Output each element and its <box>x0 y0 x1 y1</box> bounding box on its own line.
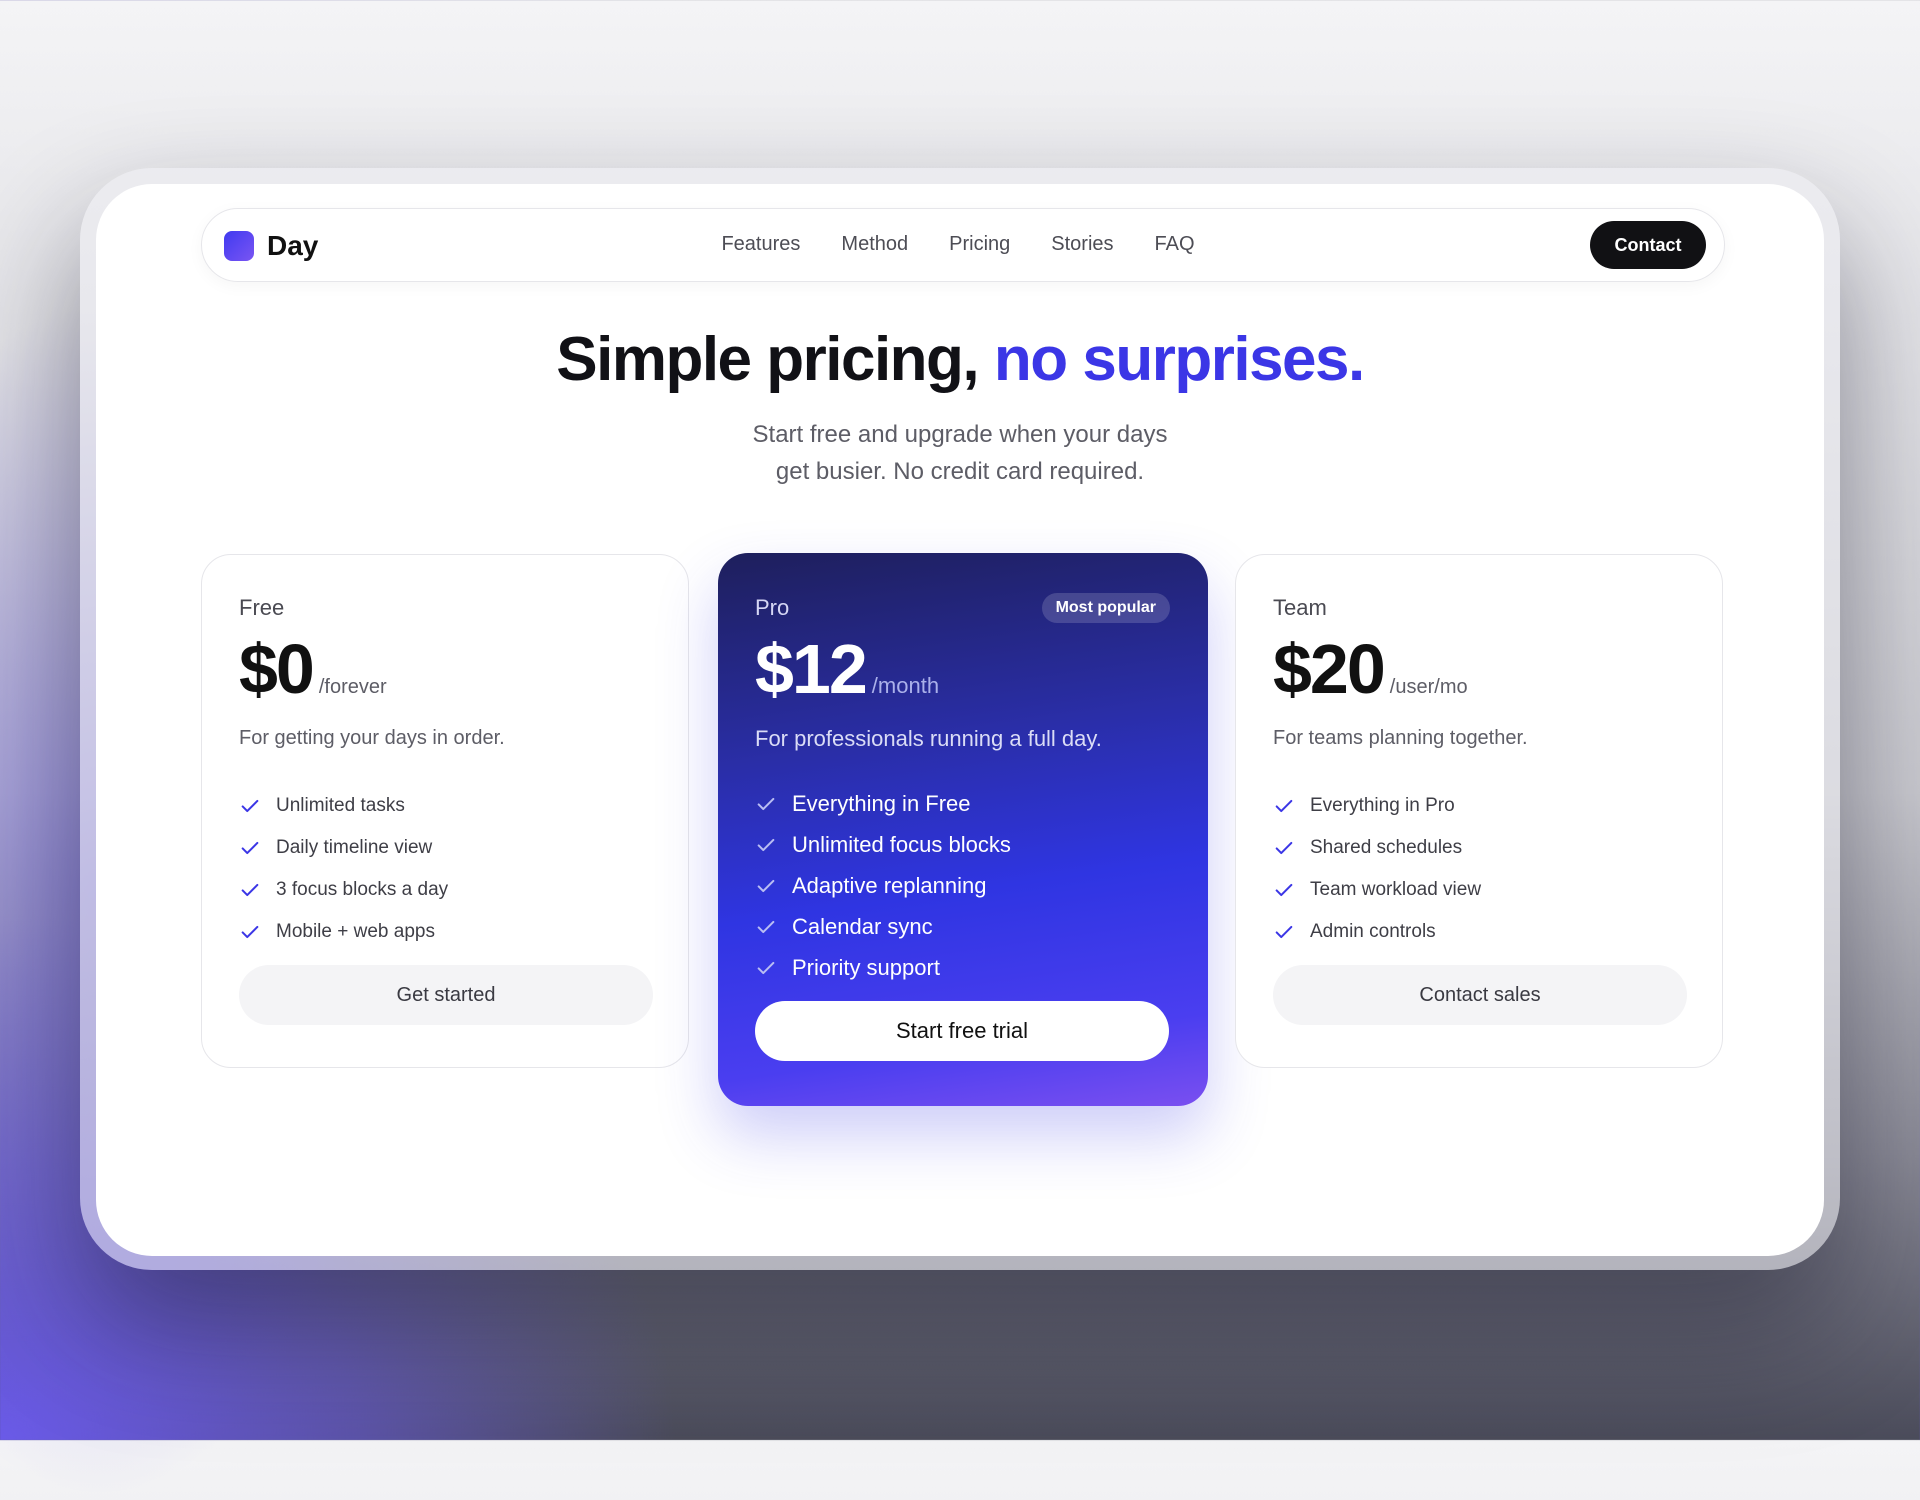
check-icon <box>241 799 259 813</box>
most-popular-badge: Most popular <box>1041 593 1170 623</box>
title-accent: no surprises. <box>993 325 1365 394</box>
feature-label: Admin controls <box>1310 921 1436 942</box>
plan-price: $12 <box>755 630 868 708</box>
check-icon <box>1275 841 1293 855</box>
nav-link-pricing[interactable]: Pricing <box>949 233 1010 256</box>
plan-name: Free <box>239 595 285 620</box>
check-icon <box>241 883 259 897</box>
plan-description: For getting your days in order. <box>239 727 505 749</box>
feature-label: Everything in Pro <box>1310 795 1455 816</box>
feature-label: 3 focus blocks a day <box>276 879 449 900</box>
title-main: Simple pricing, <box>556 325 979 394</box>
feature-item: Unlimited focus blocks <box>755 824 1011 865</box>
feature-label: Team workload view <box>1310 879 1482 900</box>
nav-link-stories[interactable]: Stories <box>1051 233 1113 256</box>
check-icon <box>757 797 775 810</box>
nav-links: Features Method Pricing Stories FAQ <box>192 233 1724 256</box>
plan-name: Team <box>1273 595 1327 620</box>
plan-period: /month <box>871 673 940 698</box>
plan-period: /forever <box>318 676 387 698</box>
plan-card-free: Free $0 /forever For getting your days i… <box>201 554 689 1068</box>
start-free-trial-button[interactable]: Start free trial <box>755 1001 1169 1061</box>
feature-label: Unlimited tasks <box>276 795 405 816</box>
feature-list: Everything in Free Unlimited focus block… <box>755 783 1011 988</box>
feature-label: Shared schedules <box>1310 837 1463 858</box>
check-icon <box>241 925 259 939</box>
price-row: $20 /user/mo <box>1273 629 1468 709</box>
plan-price: $0 <box>239 630 315 708</box>
plan-card-team: Team $20 /user/mo For teams planning tog… <box>1235 554 1723 1068</box>
feature-item: 3 focus blocks a day <box>239 869 448 911</box>
nav-link-features[interactable]: Features <box>721 233 800 256</box>
nav-link-faq[interactable]: FAQ <box>1155 233 1195 256</box>
check-icon <box>757 961 775 974</box>
page-subtitle: Start free and upgrade when your days ge… <box>96 416 1824 490</box>
contact-button[interactable]: Contact <box>1590 221 1706 269</box>
check-icon <box>757 838 775 851</box>
check-icon <box>1275 883 1293 897</box>
feature-item: Unlimited tasks <box>239 785 448 827</box>
feature-item: Mobile + web apps <box>239 911 448 953</box>
browser-window: Day Features Method Pricing Stories FAQ … <box>96 184 1824 1256</box>
plan-price: $20 <box>1273 630 1386 708</box>
feature-list: Everything in Pro Shared schedules Team … <box>1273 785 1481 953</box>
check-icon <box>241 841 259 855</box>
feature-item: Adaptive replanning <box>755 865 1011 906</box>
check-icon <box>1275 799 1293 813</box>
check-icon <box>1275 925 1293 939</box>
feature-item: Everything in Free <box>755 783 1011 824</box>
feature-list: Unlimited tasks Daily timeline view 3 fo… <box>239 785 448 953</box>
page-title: Simple pricing, no surprises. <box>96 324 1824 395</box>
feature-item: Calendar sync <box>755 906 1011 947</box>
feature-item: Priority support <box>755 947 1011 988</box>
plan-period: /user/mo <box>1389 676 1468 698</box>
feature-label: Mobile + web apps <box>276 921 435 942</box>
nav-link-method[interactable]: Method <box>841 233 908 256</box>
feature-label: Everything in Free <box>792 790 971 816</box>
top-nav: Day Features Method Pricing Stories FAQ … <box>201 208 1725 282</box>
plan-name: Pro <box>755 595 790 620</box>
feature-label: Calendar sync <box>792 913 933 939</box>
plan-card-pro: Pro Most popular $12 /month For professi… <box>718 553 1208 1106</box>
contact-sales-button[interactable]: Contact sales <box>1273 965 1687 1025</box>
price-row: $12 /month <box>755 629 939 709</box>
plan-description: For teams planning together. <box>1273 727 1528 749</box>
feature-label: Unlimited focus blocks <box>792 831 1011 857</box>
subtitle-line-1: Start free and upgrade when your days <box>752 421 1168 448</box>
feature-item: Everything in Pro <box>1273 785 1481 827</box>
feature-item: Admin controls <box>1273 911 1481 953</box>
feature-item: Shared schedules <box>1273 827 1481 869</box>
check-icon <box>757 879 775 892</box>
feature-label: Priority support <box>792 954 940 980</box>
price-row: $0 /forever <box>239 629 387 709</box>
feature-item: Daily timeline view <box>239 827 448 869</box>
get-started-button[interactable]: Get started <box>239 965 653 1025</box>
feature-item: Team workload view <box>1273 869 1481 911</box>
feature-label: Adaptive replanning <box>792 872 987 898</box>
check-icon <box>757 920 775 933</box>
feature-label: Daily timeline view <box>276 837 433 858</box>
subtitle-line-2: get busier. No credit card required. <box>775 458 1145 485</box>
plan-description: For professionals running a full day. <box>755 726 1102 751</box>
